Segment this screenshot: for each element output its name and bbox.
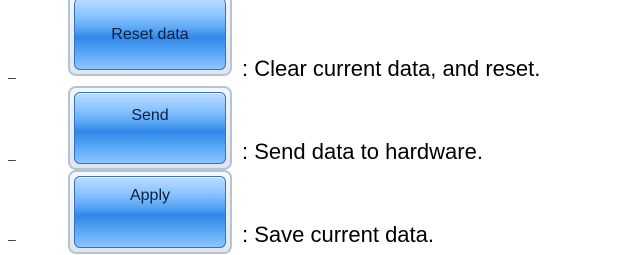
send-button[interactable]: Send — [68, 86, 232, 170]
apply-description: : Save current data. — [242, 222, 434, 247]
bullet-dash: – — [8, 231, 16, 247]
reset-data-button-label: Reset data — [111, 26, 189, 43]
bullet-dash: – — [8, 151, 16, 167]
send-description: : Send data to hardware. — [242, 139, 483, 164]
reset-data-button[interactable]: Reset data — [68, 0, 232, 76]
apply-button[interactable]: Apply — [68, 170, 232, 254]
bullet-dash: – — [8, 69, 16, 85]
reset-data-description: : Clear current data, and reset. — [242, 56, 541, 81]
send-button-label: Send — [131, 107, 169, 124]
apply-button-label: Apply — [129, 187, 171, 204]
